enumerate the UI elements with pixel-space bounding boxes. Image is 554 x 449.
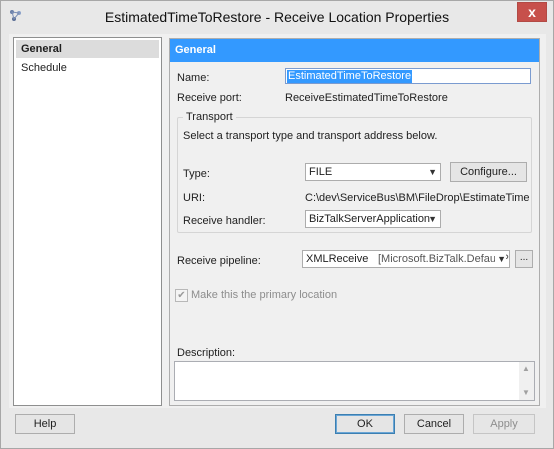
description-input[interactable]: ▲ ▼ — [174, 361, 535, 401]
primary-location-label: Make this the primary location — [191, 289, 338, 301]
dropdown-arrow-icon: ▼ — [495, 251, 506, 267]
title-bar[interactable]: EstimatedTimeToRestore - Receive Locatio… — [1, 1, 553, 33]
ok-button[interactable]: OK — [335, 414, 395, 434]
dropdown-arrow-icon: ▼ — [428, 214, 437, 224]
scroll-down-icon[interactable]: ▼ — [522, 388, 530, 397]
description-scrollbar[interactable]: ▲ ▼ — [519, 362, 534, 400]
page-navigation-list: General Schedule — [13, 37, 162, 406]
receive-pipeline-assembly: [Microsoft.BizTalk.DefaultPip — [378, 253, 510, 265]
name-value: EstimatedTimeToRestore — [287, 70, 413, 83]
properties-dialog: EstimatedTimeToRestore - Receive Locatio… — [0, 0, 554, 449]
transport-group: Transport Select a transport type and tr… — [177, 111, 532, 233]
transport-type-value: FILE — [309, 166, 333, 178]
section-header: General — [170, 39, 539, 62]
nav-item-general[interactable]: General — [16, 40, 159, 58]
configure-button[interactable]: Configure... — [450, 162, 527, 182]
scroll-up-icon[interactable]: ▲ — [522, 364, 530, 373]
receive-handler-value: BizTalkServerApplication — [309, 213, 431, 225]
uri-value: C:\dev\ServiceBus\BM\FileDrop\EstimateTi… — [305, 192, 529, 204]
cancel-button[interactable]: Cancel — [404, 414, 464, 434]
receive-handler-label: Receive handler: — [183, 215, 266, 227]
uri-label: URI: — [183, 192, 205, 204]
receive-port-label: Receive port: — [177, 92, 242, 104]
receive-pipeline-select[interactable]: XMLReceive [Microsoft.BizTalk.DefaultPip… — [302, 250, 510, 268]
help-button[interactable]: Help — [15, 414, 75, 434]
type-label: Type: — [183, 168, 210, 180]
nav-item-schedule[interactable]: Schedule — [16, 59, 159, 77]
transport-group-title: Transport — [183, 111, 236, 123]
checkmark-icon: ✔ — [177, 290, 186, 301]
window-title: EstimatedTimeToRestore - Receive Locatio… — [104, 9, 450, 25]
transport-type-select[interactable]: FILE ▼ — [305, 163, 441, 181]
transport-instruction: Select a transport type and transport ad… — [183, 130, 438, 142]
description-label: Description: — [177, 347, 236, 359]
receive-pipeline-label: Receive pipeline: — [177, 255, 261, 267]
general-page: General Name: EstimatedTimeToRestore Rec… — [169, 38, 540, 406]
receive-handler-select[interactable]: BizTalkServerApplication ▼ — [305, 210, 441, 228]
primary-location-checkbox[interactable]: ✔ — [175, 289, 188, 302]
dropdown-arrow-icon: ▼ — [428, 167, 437, 177]
receive-port-value: ReceiveEstimatedTimeToRestore — [285, 92, 448, 104]
name-input[interactable]: EstimatedTimeToRestore — [285, 68, 531, 84]
apply-button[interactable]: Apply — [473, 414, 535, 434]
receive-pipeline-value: XMLReceive — [306, 253, 369, 265]
close-button[interactable]: x — [517, 2, 547, 22]
pipeline-browse-button[interactable]: ... — [515, 250, 533, 268]
close-icon: x — [528, 4, 536, 20]
name-label: Name: — [177, 72, 210, 84]
